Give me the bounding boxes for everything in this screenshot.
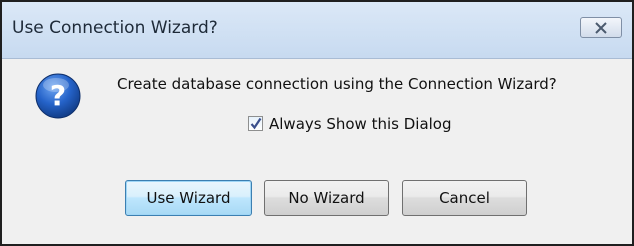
cancel-button[interactable]: Cancel <box>402 180 527 216</box>
svg-text:?: ? <box>50 79 66 112</box>
close-button[interactable] <box>580 17 622 38</box>
dialog-window: Use Connection Wizard? ? Create database… <box>0 0 634 246</box>
dialog-content: ? Create database connection using the C… <box>2 59 632 244</box>
close-icon <box>595 22 607 34</box>
dialog-title: Use Connection Wizard? <box>12 18 218 38</box>
always-show-checkbox-label: Always Show this Dialog <box>269 115 452 133</box>
dialog-message: Create database connection using the Con… <box>117 75 557 93</box>
no-wizard-button[interactable]: No Wizard <box>264 180 389 216</box>
always-show-checkbox[interactable] <box>248 116 263 131</box>
title-bar: Use Connection Wizard? <box>2 2 632 59</box>
question-icon: ? <box>35 73 81 119</box>
checkmark-icon <box>250 117 262 130</box>
use-wizard-button[interactable]: Use Wizard <box>125 180 252 216</box>
